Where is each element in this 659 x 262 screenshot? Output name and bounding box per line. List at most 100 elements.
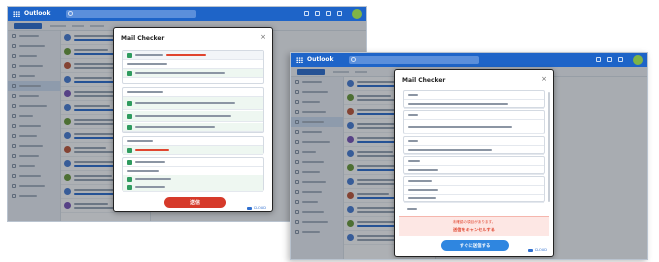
- label-bar: [135, 161, 165, 163]
- bell-icon[interactable]: [315, 11, 320, 16]
- list-item: [123, 88, 263, 97]
- mail-checker-dialog: Mail Checker × 未確認の項目があります。 送信をキャンセルする す…: [394, 69, 554, 257]
- check-icon[interactable]: [127, 184, 132, 190]
- gear-icon[interactable]: [618, 57, 623, 62]
- cc-section: [122, 87, 264, 133]
- brand-label: CLOUD: [253, 206, 266, 210]
- meet-icon[interactable]: [304, 11, 309, 16]
- dialog-title: Mail Checker: [402, 77, 446, 84]
- subject-bar: [408, 169, 438, 171]
- check-icon[interactable]: [127, 176, 132, 182]
- list-item[interactable]: [404, 166, 544, 175]
- list-item[interactable]: [123, 123, 263, 132]
- list-item[interactable]: [404, 146, 544, 155]
- label-bar: [408, 180, 432, 182]
- cancel-send-link[interactable]: 送信をキャンセルする: [399, 227, 549, 233]
- label-bar: [135, 54, 163, 56]
- brand-logo: CLOUD: [527, 248, 547, 252]
- search-input[interactable]: [66, 10, 196, 18]
- address-bar: [408, 125, 512, 128]
- recipients-section: [403, 90, 545, 109]
- file-bar: [408, 197, 436, 199]
- list-item: [123, 60, 263, 69]
- meet-icon[interactable]: [596, 57, 601, 62]
- check-icon[interactable]: [127, 70, 132, 76]
- address-bar: [408, 149, 492, 151]
- attachment-section: [122, 157, 264, 192]
- avatar[interactable]: [633, 55, 643, 65]
- address-bar: [408, 103, 508, 105]
- address-bar: [135, 102, 235, 104]
- gear-icon[interactable]: [326, 11, 331, 16]
- list-item[interactable]: [404, 100, 544, 109]
- list-item[interactable]: [123, 111, 263, 122]
- list-item[interactable]: [123, 97, 263, 110]
- help-icon[interactable]: [337, 11, 342, 16]
- address-bar: [135, 115, 231, 117]
- label-bar: [408, 114, 418, 116]
- waffle-icon[interactable]: [13, 11, 20, 17]
- check-icon[interactable]: [127, 52, 132, 58]
- subject-section: [122, 136, 264, 155]
- toolbar-icons: [304, 11, 342, 16]
- list-item[interactable]: [404, 194, 544, 203]
- check-icon[interactable]: [127, 124, 132, 130]
- list-item: [123, 137, 263, 146]
- list-item[interactable]: [404, 120, 544, 134]
- check-icon[interactable]: [127, 147, 132, 153]
- close-icon[interactable]: ×: [541, 75, 547, 83]
- subject-section: [403, 156, 545, 175]
- check-icon[interactable]: [127, 113, 132, 119]
- search-icon: [68, 11, 73, 16]
- top-bar: Outlook: [8, 7, 366, 21]
- mail-checker-dialog: Mail Checker × 送信 CLOUD: [113, 27, 273, 212]
- brand-logo: CLOUD: [246, 206, 266, 210]
- warning-text: [166, 54, 206, 56]
- toolbar-icons: [596, 57, 623, 62]
- list-item[interactable]: [123, 146, 263, 155]
- list-item[interactable]: [123, 69, 263, 78]
- label-bar: [408, 94, 418, 96]
- list-item: [404, 91, 544, 100]
- list-item: [404, 177, 544, 186]
- attachment-section: [403, 176, 545, 203]
- list-item: [404, 157, 544, 166]
- address-bar: [135, 72, 225, 74]
- label-bar: [407, 207, 417, 210]
- warning-message: 未確認の項目があります。: [452, 220, 496, 224]
- app-title: Outlook: [24, 10, 51, 17]
- avatar[interactable]: [352, 9, 362, 19]
- scrollbar[interactable]: [548, 92, 550, 202]
- address-bar: [135, 126, 215, 128]
- bell-icon[interactable]: [607, 57, 612, 62]
- cloud-icon: [527, 248, 533, 252]
- file-bar: [135, 186, 165, 188]
- label-bar: [408, 160, 420, 162]
- warning-box: 未確認の項目があります。 送信をキャンセルする: [399, 216, 549, 236]
- app-title: Outlook: [307, 56, 334, 63]
- cloud-icon: [246, 206, 252, 210]
- check-icon[interactable]: [127, 159, 132, 165]
- check-icon[interactable]: [127, 100, 132, 106]
- label-bar: [127, 91, 163, 93]
- label-bar: [127, 140, 153, 142]
- file-bar: [135, 178, 171, 180]
- top-bar: Outlook: [291, 53, 647, 67]
- search-icon: [351, 57, 356, 62]
- subject-bar: [135, 149, 169, 151]
- waffle-icon[interactable]: [296, 57, 303, 63]
- send-now-button[interactable]: すぐに送信する: [441, 240, 509, 251]
- label-bar: [127, 170, 159, 172]
- outlook-window-right: Outlook Mail Checker × 未確認の項目があります。 送信をキ…: [290, 52, 648, 260]
- search-input[interactable]: [349, 56, 479, 64]
- list-item: [404, 111, 544, 120]
- list-item[interactable]: [123, 183, 263, 192]
- brand-label: CLOUD: [534, 248, 547, 252]
- cc-section: [403, 110, 545, 134]
- list-item[interactable]: [123, 158, 263, 167]
- label-bar: [127, 63, 167, 65]
- send-button[interactable]: 送信: [164, 197, 226, 208]
- label-bar: [408, 140, 418, 142]
- close-icon[interactable]: ×: [260, 33, 266, 41]
- file-bar: [408, 189, 438, 191]
